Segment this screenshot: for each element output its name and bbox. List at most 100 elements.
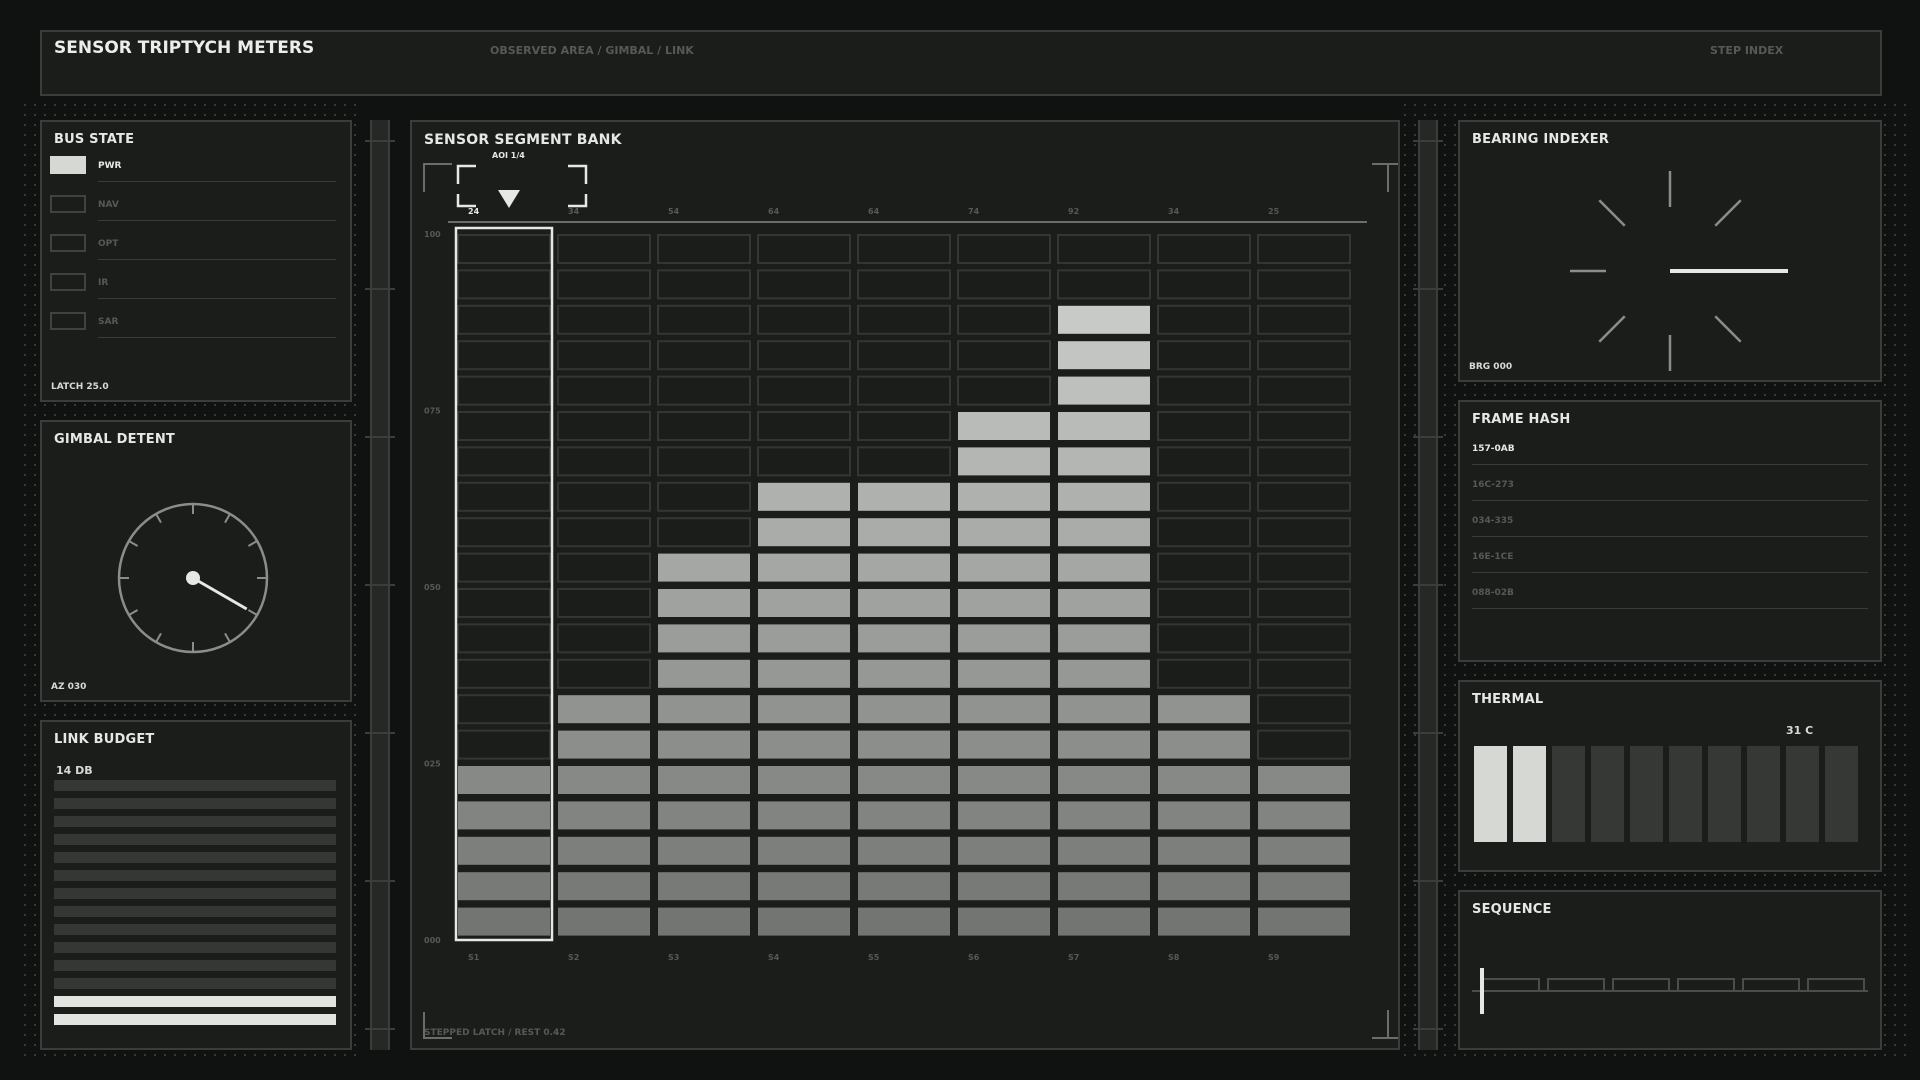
bearing-footer: BRG 000 bbox=[1469, 362, 1513, 372]
segment-bank-footer: STEPPED LATCH / REST 0.42 bbox=[424, 1028, 566, 1038]
rail-tick bbox=[1413, 288, 1443, 290]
bus-item[interactable]: PWR bbox=[50, 156, 342, 192]
segment-cell bbox=[758, 907, 850, 936]
segment-cell bbox=[858, 518, 950, 547]
rail-tick bbox=[365, 436, 395, 438]
bus-item[interactable]: IR bbox=[50, 273, 342, 309]
segment-cell bbox=[1058, 341, 1150, 370]
rail-tick bbox=[1413, 436, 1443, 438]
segment-cell bbox=[1157, 517, 1251, 548]
segment-cell bbox=[758, 624, 850, 653]
gimbal-dial[interactable] bbox=[115, 500, 271, 656]
gimbal-detent-panel: GIMBAL DETENT AZ 030 bbox=[40, 420, 352, 702]
segment-cell bbox=[558, 801, 650, 830]
channel-top-value: 64 bbox=[768, 207, 780, 216]
bus-item[interactable]: OPT bbox=[50, 234, 342, 270]
sequence-step[interactable] bbox=[1807, 978, 1865, 990]
frame-hash-item: 16E-1CE bbox=[1472, 552, 1514, 562]
segment-cell bbox=[558, 836, 650, 865]
thermal-panel: THERMAL 31 C bbox=[1458, 680, 1882, 872]
segment-cell bbox=[557, 623, 651, 654]
segment-cell bbox=[557, 446, 651, 477]
sequence-step[interactable] bbox=[1547, 978, 1605, 990]
rail-tick bbox=[365, 584, 395, 586]
segment-cell bbox=[457, 623, 551, 654]
segment-cell bbox=[958, 482, 1050, 511]
segment-cell bbox=[1058, 553, 1150, 582]
segment-cell bbox=[658, 766, 750, 794]
link-bar bbox=[54, 942, 336, 953]
thermal-title: THERMAL bbox=[1472, 692, 1544, 707]
bus-divider bbox=[98, 298, 336, 299]
segment-cell bbox=[558, 695, 650, 724]
segment-cell bbox=[1158, 730, 1250, 759]
thermal-cell bbox=[1708, 746, 1741, 842]
segment-cell bbox=[757, 375, 851, 406]
segment-cell bbox=[658, 907, 750, 936]
bus-divider bbox=[98, 337, 336, 338]
sequence-cursor[interactable] bbox=[1480, 968, 1484, 1014]
segment-cell bbox=[457, 729, 551, 760]
link-bar bbox=[54, 996, 336, 1007]
link-budget-title: LINK BUDGET bbox=[54, 732, 155, 747]
channel-top-value: 92 bbox=[1068, 207, 1079, 216]
segment-cell bbox=[858, 659, 950, 688]
sequence-step[interactable] bbox=[1742, 978, 1800, 990]
channel-top-value: 74 bbox=[968, 207, 980, 216]
segment-cell bbox=[957, 375, 1051, 406]
segment-cell bbox=[958, 730, 1050, 759]
segment-cell bbox=[457, 304, 551, 335]
segment-cell bbox=[957, 304, 1051, 335]
segment-cell bbox=[658, 730, 750, 759]
segment-cell bbox=[657, 481, 751, 512]
rail-tick bbox=[365, 140, 395, 142]
thermal-cell bbox=[1474, 746, 1507, 842]
channel-label: S6 bbox=[968, 953, 980, 962]
segment-cell bbox=[457, 658, 551, 689]
bus-state-footer: LATCH 25.0 bbox=[51, 382, 109, 392]
segment-cell bbox=[1058, 447, 1150, 476]
segment-cell bbox=[857, 234, 951, 264]
frame-hash-divider bbox=[1472, 500, 1868, 501]
segment-cell bbox=[958, 447, 1050, 476]
y-axis-label: 075 bbox=[424, 407, 441, 416]
segment-cell bbox=[658, 872, 750, 901]
segment-cell bbox=[1258, 872, 1350, 901]
segment-cell bbox=[858, 482, 950, 511]
segment-cell bbox=[1158, 801, 1250, 830]
frame-hash-title: FRAME HASH bbox=[1472, 412, 1571, 427]
segment-cell bbox=[757, 446, 851, 477]
left-rail bbox=[365, 120, 395, 1050]
segment-cell bbox=[1257, 411, 1351, 441]
sequence-step[interactable] bbox=[1612, 978, 1670, 990]
segment-cell bbox=[1258, 766, 1350, 794]
link-bar bbox=[54, 834, 336, 845]
aoi-label: AOI 1/4 bbox=[492, 151, 525, 160]
segment-cell bbox=[958, 624, 1050, 653]
y-axis-label: 000 bbox=[424, 936, 441, 945]
segment-cell bbox=[1257, 481, 1351, 512]
bus-item[interactable]: SAR bbox=[50, 312, 342, 348]
aoi-marker-icon[interactable] bbox=[498, 190, 520, 208]
segment-cell bbox=[857, 269, 951, 300]
sequence-step[interactable] bbox=[1482, 978, 1540, 990]
segment-cell bbox=[1257, 304, 1351, 335]
link-bar bbox=[54, 924, 336, 935]
link-bar bbox=[54, 816, 336, 827]
channel-top-value: 34 bbox=[1168, 207, 1180, 216]
bus-indicator bbox=[50, 195, 86, 213]
segment-cell bbox=[658, 695, 750, 724]
segment-cell bbox=[958, 766, 1050, 794]
bus-item[interactable]: NAV bbox=[50, 195, 342, 231]
sequence-step[interactable] bbox=[1677, 978, 1735, 990]
link-budget-panel: LINK BUDGET 14 DB bbox=[40, 720, 352, 1050]
segment-cell bbox=[758, 659, 850, 688]
segment-cell bbox=[857, 411, 951, 441]
segment-cell bbox=[857, 340, 951, 371]
segment-cell bbox=[1157, 304, 1251, 335]
rail-tick bbox=[365, 288, 395, 290]
segment-cell bbox=[958, 907, 1050, 936]
segment-cell bbox=[457, 375, 551, 406]
rail-tick bbox=[1413, 1028, 1443, 1030]
segment-cell bbox=[457, 340, 551, 371]
